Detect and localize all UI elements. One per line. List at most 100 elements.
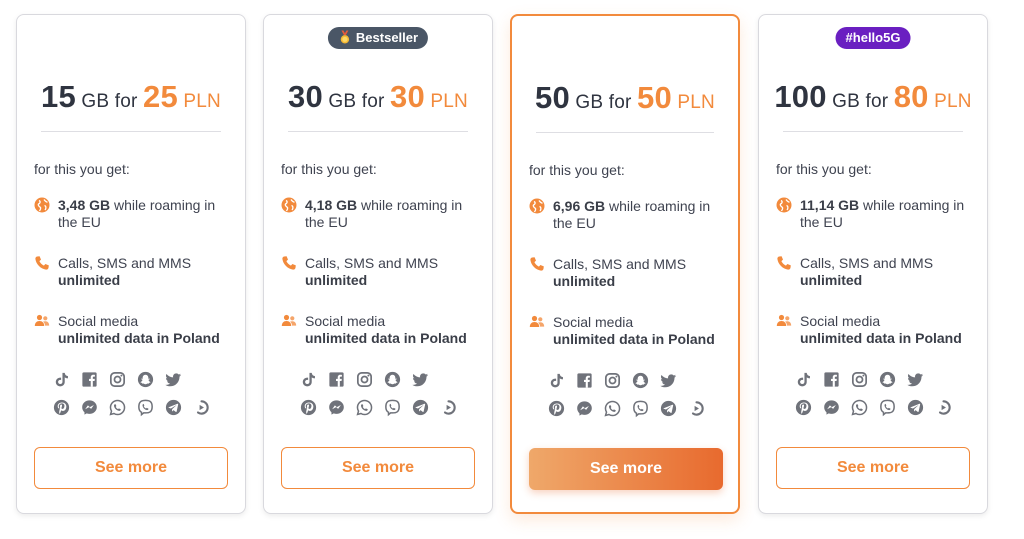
telegram-icon bbox=[163, 397, 183, 417]
plan-gb-unit: GB bbox=[575, 92, 604, 113]
social-icons-row-2 bbox=[51, 397, 211, 417]
play-icon bbox=[686, 398, 706, 418]
facebook-icon bbox=[326, 369, 346, 389]
see-more-button[interactable]: See more bbox=[776, 447, 970, 489]
calls-feature: Calls, SMS and MMS unlimited bbox=[281, 255, 480, 289]
roaming-amount: 11,14 GB bbox=[800, 197, 860, 213]
social-value: unlimited data in Poland bbox=[553, 331, 715, 347]
for-you-label: for this you get: bbox=[34, 161, 130, 177]
plan-gb-unit: GB bbox=[328, 91, 357, 112]
viber-icon bbox=[135, 397, 155, 417]
medal-icon bbox=[338, 30, 352, 44]
divider bbox=[536, 132, 714, 133]
plan-gb-amount: 15 bbox=[41, 79, 76, 114]
badge-label: #hello5G bbox=[845, 30, 901, 45]
plan-currency: PLN bbox=[183, 91, 221, 112]
phone-icon bbox=[281, 255, 297, 271]
social-feature: Social media unlimited data in Poland bbox=[281, 313, 480, 347]
instagram-icon bbox=[849, 369, 869, 389]
people-icon bbox=[281, 313, 297, 329]
snapchat-icon bbox=[382, 369, 402, 389]
facebook-icon bbox=[821, 369, 841, 389]
for-you-label: for this you get: bbox=[529, 162, 625, 178]
social-value: unlimited data in Poland bbox=[58, 330, 220, 346]
plan-price: 25 bbox=[143, 79, 178, 114]
social-feature: Social media unlimited data in Poland bbox=[529, 314, 726, 348]
for-you-label: for this you get: bbox=[776, 161, 872, 177]
telegram-icon bbox=[410, 397, 430, 417]
globe-icon bbox=[776, 197, 792, 213]
plan-card-100gb: #hello5G 100 GB for 80 PLN for this you … bbox=[758, 14, 988, 514]
instagram-icon bbox=[602, 370, 622, 390]
pinterest-icon bbox=[298, 397, 318, 417]
plan-gb-unit: GB bbox=[832, 91, 860, 112]
plan-headline: 30 GB for 30 PLN bbox=[264, 79, 492, 115]
plan-for-word: for bbox=[114, 91, 138, 112]
divider bbox=[783, 131, 963, 132]
social-icons-row-1 bbox=[793, 369, 925, 389]
whatsapp-icon bbox=[107, 397, 127, 417]
calls-value: unlimited bbox=[553, 273, 616, 289]
facebook-icon bbox=[79, 369, 99, 389]
tiktok-icon bbox=[298, 369, 318, 389]
social-label: Social media bbox=[800, 313, 881, 329]
pinterest-icon bbox=[546, 398, 566, 418]
social-feature: Social media unlimited data in Poland bbox=[34, 313, 233, 347]
plan-gb-amount: 30 bbox=[288, 79, 323, 114]
social-label: Social media bbox=[305, 313, 386, 329]
calls-label: Calls, SMS and MMS bbox=[58, 255, 192, 271]
plan-currency: PLN bbox=[934, 91, 972, 112]
social-icons-row-1 bbox=[298, 369, 430, 389]
tiktok-icon bbox=[51, 369, 71, 389]
telegram-icon bbox=[905, 397, 925, 417]
people-icon bbox=[529, 314, 545, 330]
phone-icon bbox=[34, 255, 50, 271]
instagram-icon bbox=[107, 369, 127, 389]
instagram-icon bbox=[354, 369, 374, 389]
roaming-amount: 4,18 GB bbox=[305, 197, 358, 213]
play-icon bbox=[438, 397, 458, 417]
roaming-feature: 4,18 GB while roaming in the EU bbox=[281, 197, 480, 231]
plan-badge: Bestseller bbox=[327, 27, 429, 49]
calls-value: unlimited bbox=[800, 272, 863, 288]
roaming-feature: 11,14 GB while roaming in the EU bbox=[776, 197, 975, 231]
globe-icon bbox=[529, 198, 545, 214]
whatsapp-icon bbox=[354, 397, 374, 417]
plan-headline: 15 GB for 25 PLN bbox=[17, 79, 245, 115]
plan-card-50gb: 50 GB for 50 PLN for this you get: 6,96 … bbox=[510, 14, 740, 514]
plan-gb-amount: 50 bbox=[535, 80, 570, 115]
social-label: Social media bbox=[553, 314, 634, 330]
roaming-feature: 6,96 GB while roaming in the EU bbox=[529, 198, 726, 232]
calls-label: Calls, SMS and MMS bbox=[800, 255, 934, 271]
social-icons-row-2 bbox=[298, 397, 458, 417]
social-icons-row-1 bbox=[51, 369, 183, 389]
telegram-icon bbox=[658, 398, 678, 418]
see-more-button[interactable]: See more bbox=[34, 447, 228, 489]
plan-currency: PLN bbox=[677, 92, 715, 113]
viber-icon bbox=[877, 397, 897, 417]
snapchat-icon bbox=[877, 369, 897, 389]
plan-headline: 50 GB for 50 PLN bbox=[512, 80, 738, 116]
roaming-amount: 6,96 GB bbox=[553, 198, 606, 214]
messenger-icon bbox=[326, 397, 346, 417]
see-more-button[interactable]: See more bbox=[281, 447, 475, 489]
viber-icon bbox=[630, 398, 650, 418]
twitter-icon bbox=[410, 369, 430, 389]
people-icon bbox=[776, 313, 792, 329]
plan-headline: 100 GB for 80 PLN bbox=[759, 79, 987, 115]
calls-feature: Calls, SMS and MMS unlimited bbox=[776, 255, 975, 289]
tiktok-icon bbox=[546, 370, 566, 390]
calls-value: unlimited bbox=[305, 272, 368, 288]
plan-for-word: for bbox=[361, 91, 385, 112]
twitter-icon bbox=[905, 369, 925, 389]
calls-feature: Calls, SMS and MMS unlimited bbox=[529, 256, 726, 290]
phone-icon bbox=[529, 256, 545, 272]
globe-icon bbox=[281, 197, 297, 213]
pinterest-icon bbox=[793, 397, 813, 417]
see-more-button[interactable]: See more bbox=[529, 448, 723, 490]
social-icons-row-2 bbox=[793, 397, 953, 417]
messenger-icon bbox=[574, 398, 594, 418]
pinterest-icon bbox=[51, 397, 71, 417]
social-value: unlimited data in Poland bbox=[800, 330, 962, 346]
plan-card-15gb: 15 GB for 25 PLN for this you get: 3,48 … bbox=[16, 14, 246, 514]
